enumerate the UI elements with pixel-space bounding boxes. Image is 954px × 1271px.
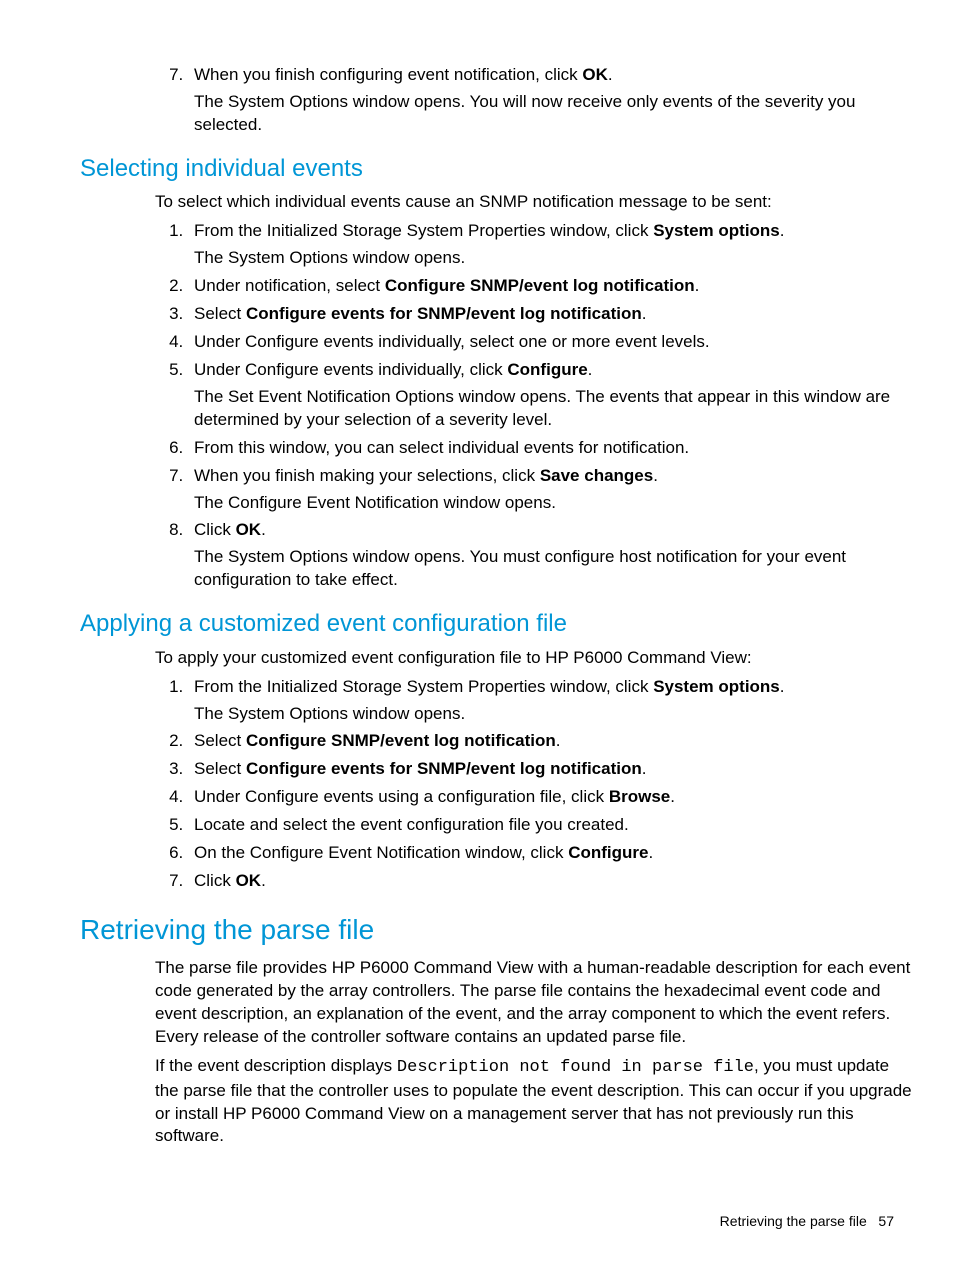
step-text: Under Configure events using a configura… [194,787,609,806]
step-post: . [588,360,593,379]
heading-selecting-individual-events: Selecting individual events [80,153,914,185]
list-item: Select Configure events for SNMP/event l… [188,758,914,781]
step-bold: Configure [507,360,587,379]
heading-retrieving-parse-file: Retrieving the parse file [80,911,914,949]
step-bold: Configure events for SNMP/event log noti… [246,304,642,323]
list-item: Click OK. [188,870,914,893]
list-item: From this window, you can select individ… [188,437,914,460]
step-post: . [780,221,785,240]
step-text: Locate and select the event configuratio… [194,815,629,834]
step-text: Under Configure events individually, sel… [194,332,710,351]
list-item: Under Configure events individually, sel… [188,331,914,354]
step-text: Select [194,731,246,750]
step-bold: Browse [609,787,670,806]
heading-applying-customized-config: Applying a customized event configuratio… [80,608,914,640]
step-post: . [653,466,658,485]
step-text: Under notification, select [194,276,385,295]
step-text: On the Configure Event Notification wind… [194,843,568,862]
step-post: . [261,520,266,539]
list-item: Under Configure events individually, cli… [188,359,914,432]
step-bold: OK [236,871,262,890]
step-bold: Configure SNMP/event log notification [246,731,556,750]
top-steps-list: When you finish configuring event notifi… [155,64,914,137]
step-text: Under Configure events individually, cli… [194,360,507,379]
step-text: When you finish configuring event notifi… [194,65,582,84]
list-item: From the Initialized Storage System Prop… [188,220,914,270]
step-post: . [780,677,785,696]
list-item: When you finish configuring event notifi… [188,64,914,137]
list-item: Locate and select the event configuratio… [188,814,914,837]
step-sub: The System Options window opens. [194,703,914,726]
step-sub: The Configure Event Notification window … [194,492,914,515]
step-text: Select [194,304,246,323]
page-footer: Retrieving the parse file 57 [720,1212,894,1231]
step-text: Click [194,871,236,890]
step-bold: System options [653,221,780,240]
step-sub: The Set Event Notification Options windo… [194,386,914,432]
step-post: . [670,787,675,806]
page-number: 57 [878,1213,894,1229]
step-text: From the Initialized Storage System Prop… [194,677,653,696]
step-sub: The System Options window opens. [194,247,914,270]
step-post: . [648,843,653,862]
list-item: When you finish making your selections, … [188,465,914,515]
section3-para2: If the event description displays Descri… [155,1055,914,1149]
section3-para1: The parse file provides HP P6000 Command… [155,957,914,1049]
step-text: From the Initialized Storage System Prop… [194,221,653,240]
step-post: . [695,276,700,295]
step-bold: Configure events for SNMP/event log noti… [246,759,642,778]
step-bold: Configure [568,843,648,862]
list-item: Select Configure SNMP/event log notifica… [188,730,914,753]
step-sub: The System Options window opens. You wil… [194,91,914,137]
step-post: . [261,871,266,890]
list-item: Click OK. The System Options window opens… [188,519,914,592]
list-item: From the Initialized Storage System Prop… [188,676,914,726]
step-post: . [642,304,647,323]
list-item: Select Configure events for SNMP/event l… [188,303,914,326]
step-bold: Configure SNMP/event log notification [385,276,695,295]
step-bold: OK [582,65,608,84]
section2-intro: To apply your customized event configura… [155,647,914,670]
step-text: Click [194,520,236,539]
section1-intro: To select which individual events cause … [155,191,914,214]
step-post: . [642,759,647,778]
step-bold: OK [236,520,262,539]
step-post: . [608,65,613,84]
section2-steps: From the Initialized Storage System Prop… [155,676,914,894]
section1-steps: From the Initialized Storage System Prop… [155,220,914,592]
list-item: Under Configure events using a configura… [188,786,914,809]
step-text: From this window, you can select individ… [194,438,689,457]
step-bold: Save changes [540,466,653,485]
footer-label: Retrieving the parse file [720,1213,867,1229]
para2-pre: If the event description displays [155,1056,397,1075]
list-item: Under notification, select Configure SNM… [188,275,914,298]
step-post: . [556,731,561,750]
step-text: When you finish making your selections, … [194,466,540,485]
step-bold: System options [653,677,780,696]
step-sub: The System Options window opens. You mus… [194,546,914,592]
para2-mono: Description not found in parse file [397,1058,754,1077]
step-text: Select [194,759,246,778]
list-item: On the Configure Event Notification wind… [188,842,914,865]
